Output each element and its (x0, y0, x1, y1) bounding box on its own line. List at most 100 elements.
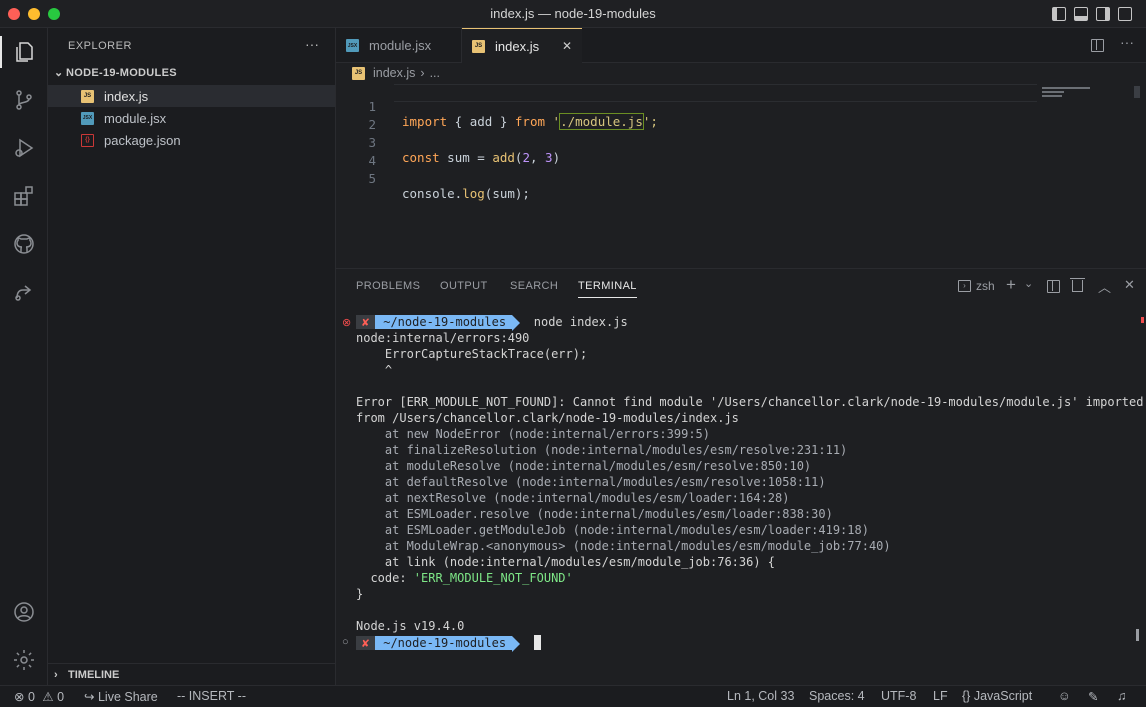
js-file-icon: JS (352, 66, 365, 80)
tab-module-jsx[interactable]: JSX module.jsx (336, 28, 462, 63)
chevron-down-icon[interactable]: ⌄ (1024, 277, 1033, 290)
kill-terminal-icon[interactable] (1070, 278, 1085, 292)
tab-output[interactable]: OUTPUT (440, 280, 488, 292)
file-item-package-json[interactable]: {} package.json (48, 129, 335, 151)
new-terminal-icon[interactable]: + (1006, 275, 1016, 295)
code-line: 1 import { add } from './module.js'; (336, 84, 1036, 130)
terminal-line: } (356, 587, 364, 601)
source-control-icon[interactable] (10, 86, 38, 114)
live-share-icon[interactable] (10, 278, 38, 306)
prompt-directory: ~/node-19-modules (375, 315, 520, 331)
code-editor[interactable]: 1 import { add } from './module.js'; 2 3… (336, 84, 1146, 267)
warning-count: 0 (57, 690, 65, 704)
stack-trace-line: at defaultResolve (node:internal/modules… (356, 475, 826, 489)
prompt-status: ✘ (356, 636, 376, 650)
encoding[interactable]: UTF-8 (881, 689, 916, 703)
chevron-right-icon: › (54, 668, 58, 681)
code-line: 2 (336, 102, 1036, 132)
line-number: 5 (368, 171, 376, 186)
editor-tabs: JSX module.jsx JS index.js ✕ ··· (336, 28, 1146, 63)
title-bar: index.js — node-19-modules (0, 0, 1146, 28)
minimap[interactable] (1042, 86, 1132, 102)
split-editor-icon[interactable] (1091, 39, 1104, 52)
maximize-panel-icon[interactable]: ︿ (1098, 277, 1111, 296)
extensions-icon[interactable] (10, 182, 38, 210)
file-item-index-js[interactable]: JS index.js (48, 85, 335, 107)
code-line: 5 console.log(sum); (336, 156, 1036, 201)
code-value: 'ERR_MODULE_NOT_FOUND' (413, 571, 573, 585)
terminal-icon: › (958, 280, 971, 292)
workspace-folder[interactable]: ⌄ NODE-19-MODULES (54, 66, 177, 79)
tab-index-js[interactable]: JS index.js ✕ (462, 28, 582, 63)
account-icon[interactable] (10, 598, 38, 626)
settings-gear-icon[interactable] (10, 646, 38, 674)
npm-file-icon: {} (81, 133, 94, 147)
split-terminal-icon[interactable] (1047, 280, 1060, 293)
stack-trace-line: at ESMLoader.resolve (node:internal/modu… (356, 507, 833, 521)
language-mode[interactable]: {} JavaScript (962, 689, 1032, 703)
editor-scrollbar[interactable] (1134, 86, 1140, 98)
stack-trace-line: at nextResolve (node:internal/modules/es… (356, 491, 790, 505)
explorer-title: EXPLORER (68, 40, 132, 52)
toggle-secondary-sidebar-icon[interactable] (1096, 7, 1110, 21)
feedback-icon[interactable]: ✎ (1088, 689, 1098, 704)
stack-trace-line: at ESMLoader.getModuleJob (node:internal… (356, 523, 869, 537)
toggle-panel-icon[interactable] (1074, 7, 1088, 21)
error-icon: ⊗ (14, 690, 25, 704)
file-label: package.json (104, 132, 181, 148)
terminal-prompt-line[interactable]: ✘ ~/node-19-modules (356, 635, 541, 652)
timeline-section[interactable]: › TIMELINE (48, 663, 335, 685)
prompt-status: ✘ (356, 315, 376, 329)
terminal-error-marker (1141, 317, 1144, 323)
more-actions-icon[interactable]: ··· (305, 36, 319, 52)
js-file-icon: JS (81, 89, 94, 103)
file-item-module-jsx[interactable]: JSX module.jsx (48, 107, 335, 129)
code-text: console. (402, 186, 463, 201)
indentation[interactable]: Spaces: 4 (809, 689, 865, 703)
terminal-panel: PROBLEMS OUTPUT SEARCH TERMINAL › zsh + … (336, 268, 1146, 685)
stack-trace-line: at ModuleWrap.<anonymous> (node:internal… (356, 539, 891, 553)
run-debug-icon[interactable] (10, 134, 38, 162)
code-line: 4 (336, 138, 1036, 168)
prompt-status-icon: ○ (342, 636, 349, 648)
terminal-line: ErrorCaptureStackTrace(err); (356, 347, 588, 361)
terminal-shell-selector[interactable]: › zsh (958, 279, 995, 293)
live-share-status[interactable]: ↪ Live Share (84, 689, 158, 704)
terminal-scrollbar[interactable] (1136, 629, 1139, 641)
files-icon[interactable] (10, 38, 38, 66)
jsx-file-icon: JSX (346, 39, 359, 52)
code-line: 3 const sum = add(2, 3) (336, 120, 1036, 165)
shell-label: zsh (976, 279, 995, 293)
file-label: module.jsx (104, 110, 167, 126)
tab-search[interactable]: SEARCH (510, 280, 558, 292)
jsx-file-icon: JSX (81, 111, 94, 125)
tab-terminal[interactable]: TERMINAL (578, 280, 637, 298)
close-panel-icon[interactable]: ✕ (1124, 277, 1135, 293)
terminal-line: ^ (356, 363, 393, 377)
breadcrumb-file[interactable]: index.js (373, 66, 415, 80)
toggle-primary-sidebar-icon[interactable] (1052, 7, 1066, 21)
folder-label: NODE-19-MODULES (66, 67, 177, 79)
close-tab-icon[interactable]: ✕ (562, 39, 572, 53)
line-ending[interactable]: LF (933, 689, 948, 703)
more-actions-icon[interactable]: ··· (1120, 34, 1134, 50)
stack-trace-line: at moduleResolve (node:internal/modules/… (356, 459, 812, 473)
notifications-bell-icon[interactable]: ♫ (1117, 689, 1126, 703)
terminal-line: Error [ERR_MODULE_NOT_FOUND]: Cannot fin… (356, 395, 1144, 409)
explorer-sidebar: EXPLORER ··· ⌄ NODE-19-MODULES JS index.j… (48, 28, 336, 685)
terminal-line: node:internal/errors:490 (356, 331, 530, 345)
breadcrumb: JS index.js › ... (352, 66, 440, 80)
file-label: index.js (104, 88, 149, 104)
copilot-icon[interactable]: ☺ (1058, 689, 1071, 703)
code-key: code: (356, 571, 414, 585)
problems-status[interactable]: ⊗ 0 ⚠ 0 (14, 689, 64, 704)
cursor-position[interactable]: Ln 1, Col 33 (727, 689, 794, 703)
tab-problems[interactable]: PROBLEMS (356, 280, 420, 292)
github-icon[interactable] (10, 230, 38, 258)
vim-mode: -- INSERT -- (177, 689, 246, 703)
breadcrumb-rest[interactable]: ... (430, 66, 440, 80)
customize-layout-icon[interactable] (1118, 7, 1132, 21)
terminal-cursor (533, 635, 541, 650)
tab-label: module.jsx (369, 38, 432, 53)
prompt-directory: ~/node-19-modules (375, 636, 520, 652)
